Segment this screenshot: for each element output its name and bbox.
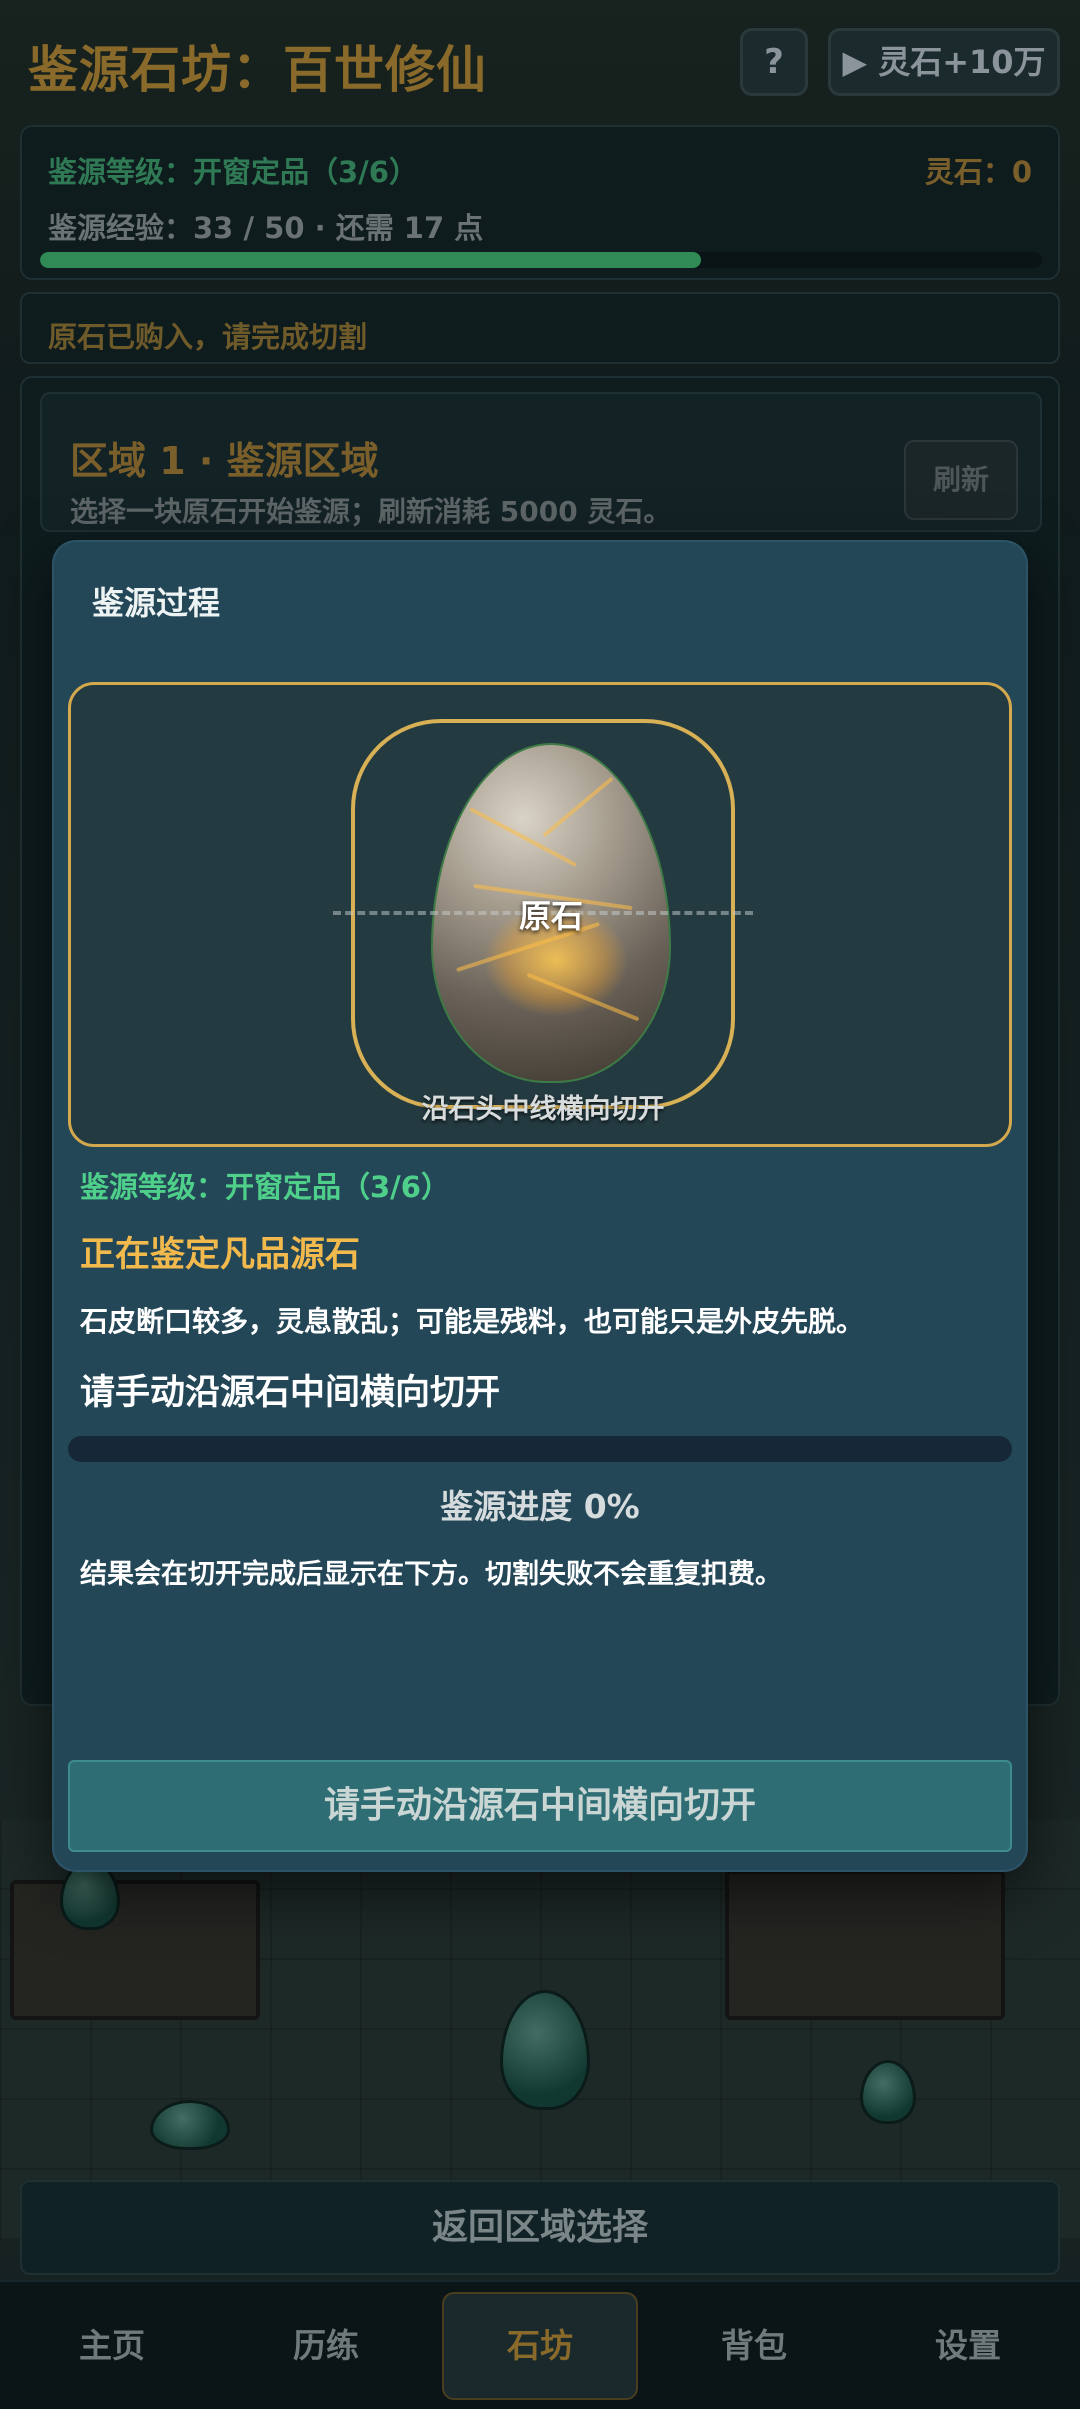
stone-description: 石皮断口较多，灵息散乱；可能是残料，也可能只是外皮先脱。 [80,1305,865,1338]
region-header: 区域 1 · 鉴源区域 选择一块原石开始鉴源；刷新消耗 5000 灵石。 刷新 [40,392,1042,532]
modal-level-label: 鉴源等级：开窗定品（3/6） [80,1170,450,1204]
bottom-navigation: 主页 历练 石坊 背包 设置 [0,2280,1080,2409]
nav-home[interactable]: 主页 [14,2292,210,2400]
identifying-label: 正在鉴定凡品源石 [80,1235,361,1275]
stone-crack [542,776,614,838]
experience-bar [40,252,1042,268]
nav-settings[interactable]: 设置 [870,2292,1066,2400]
add-spirit-stones-button[interactable]: ▶ 灵石+10万 [828,28,1060,96]
nav-backpack[interactable]: 背包 [656,2292,852,2400]
cut-hint: 沿石头中线横向切开 [421,1094,665,1125]
appraisal-progress-label: 鉴源进度 0% [440,1487,640,1526]
region-title: 区域 1 · 鉴源区域 [70,439,379,483]
back-to-region-select-button[interactable]: 返回区域选择 [20,2180,1060,2275]
modal-title: 鉴源过程 [92,584,221,622]
help-button[interactable]: ? [740,28,808,96]
stone-crack [526,972,640,1022]
nav-stone-workshop[interactable]: 石坊 [442,2292,638,2400]
cut-instruction: 请手动沿源石中间横向切开 [80,1373,501,1413]
raw-stone-label: 原石 [518,897,583,935]
refresh-button[interactable]: 刷新 [904,440,1018,520]
spirit-stone-count: 灵石：0 [924,155,1032,189]
appraisal-process-modal: 鉴源过程 原石 沿石头中线横向切开 鉴源等级：开窗定品（3/6） 正在鉴定凡品源… [54,542,1026,1870]
experience-bar-fill [40,252,702,268]
result-note: 结果会在切开完成后显示在下方。切割失败不会重复扣费。 [80,1559,782,1590]
appraisal-level-card: 鉴源等级：开窗定品（3/6） 灵石：0 鉴源经验：33 / 50 · 还需 17… [20,125,1060,280]
nav-training[interactable]: 历练 [228,2292,424,2400]
page-title: 鉴源石坊：百世修仙 [28,41,487,99]
stone-crack [469,807,577,867]
cutting-stage[interactable]: 原石 沿石头中线横向切开 [68,682,1012,1147]
appraisal-level-label: 鉴源等级：开窗定品（3/6） [48,155,418,189]
status-notice-text: 原石已购入，请完成切割 [48,320,368,354]
appraisal-progress-bar [68,1436,1012,1462]
cut-action-button[interactable]: 请手动沿源石中间横向切开 [68,1760,1012,1852]
experience-label: 鉴源经验：33 / 50 · 还需 17 点 [48,211,484,245]
status-notice: 原石已购入，请完成切割 [20,292,1060,364]
region-subtitle: 选择一块原石开始鉴源；刷新消耗 5000 灵石。 [70,495,672,528]
